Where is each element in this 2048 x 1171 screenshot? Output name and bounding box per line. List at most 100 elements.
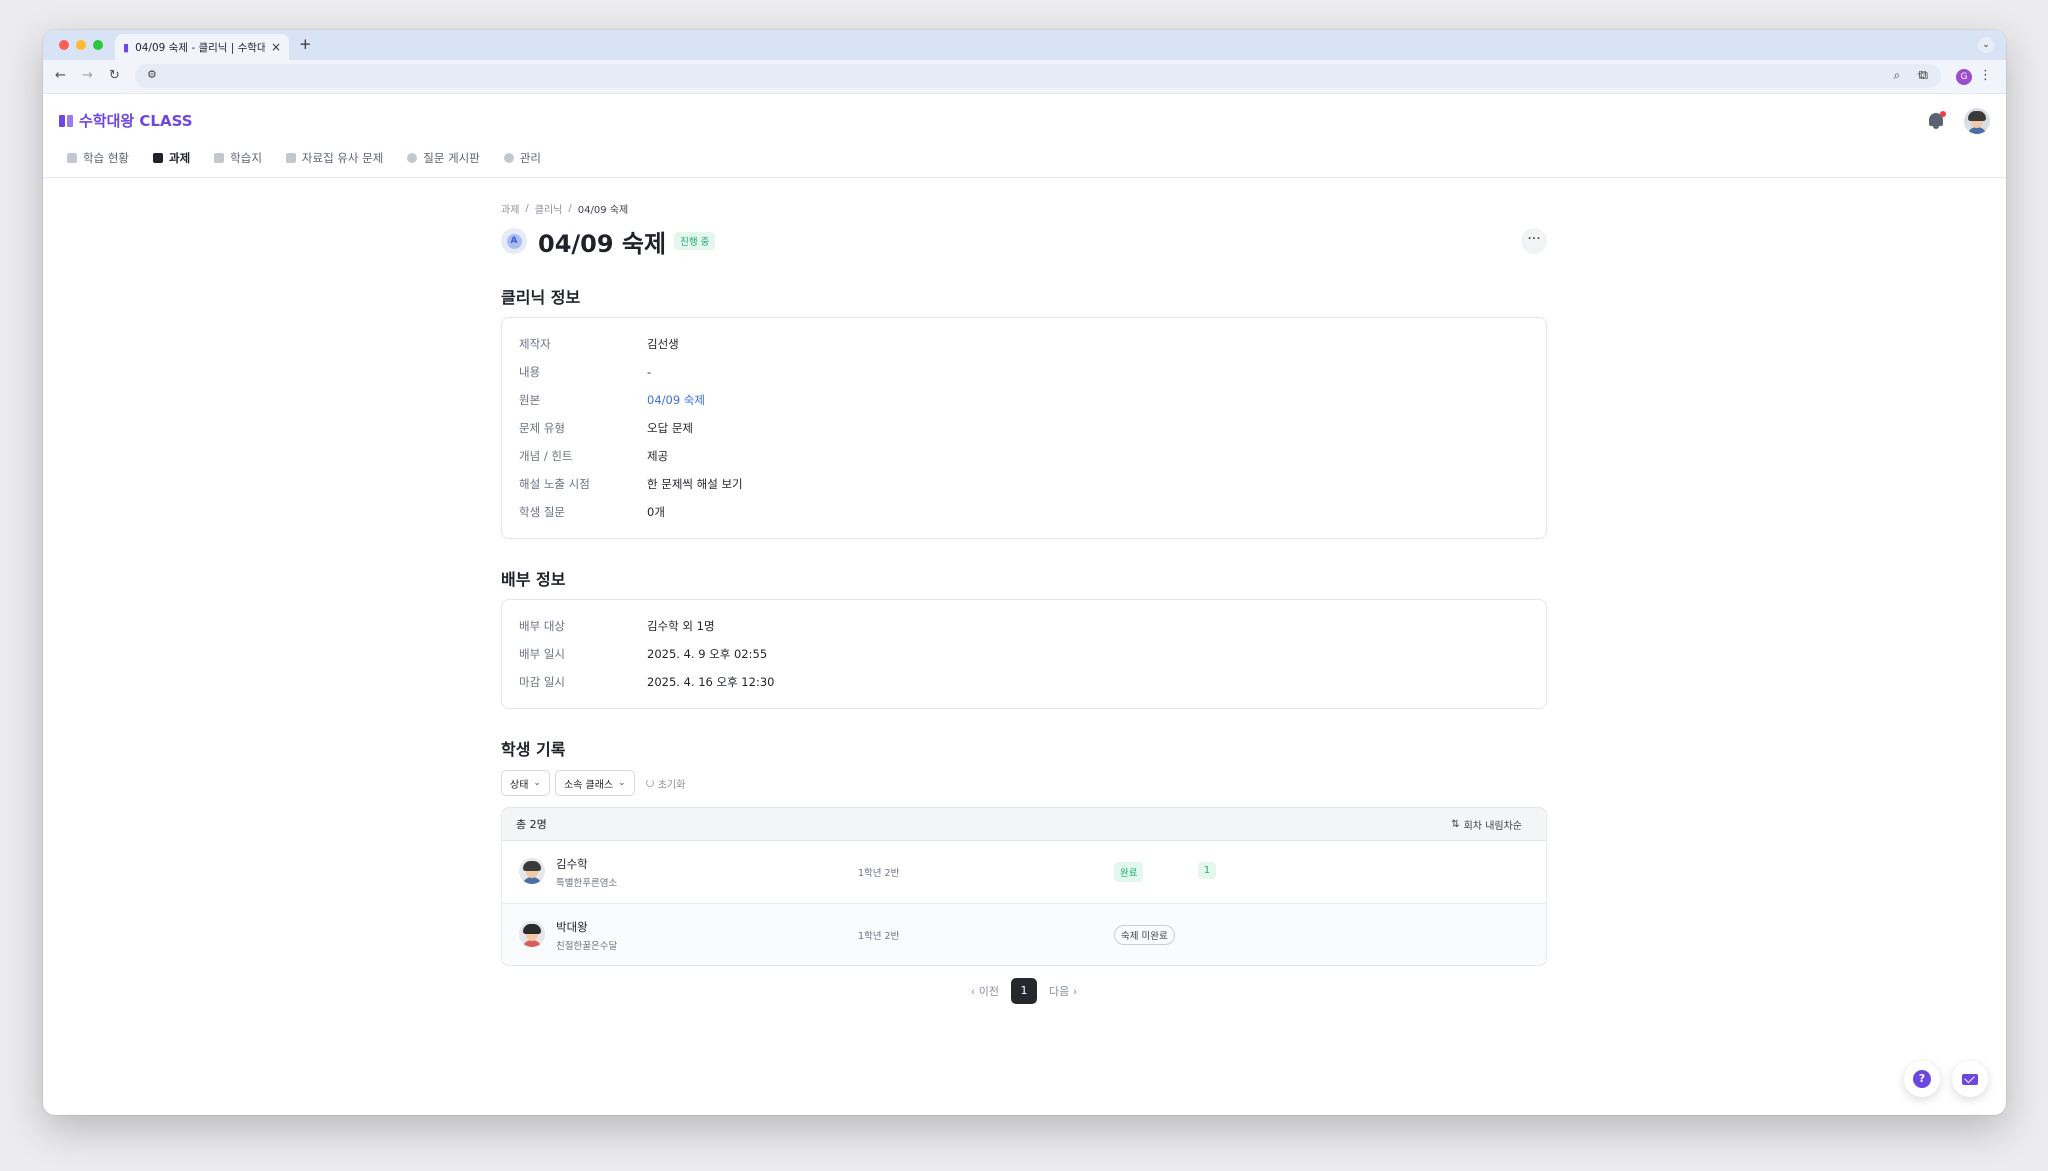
document-icon bbox=[152, 153, 163, 163]
site-settings-icon[interactable]: ⚙ bbox=[147, 68, 157, 81]
tab-strip: ▮ 04/09 숙제 - 클리닉 | 수학대왕 C × + ⌄ bbox=[43, 30, 2006, 60]
clinic-info-title: 클리닉 정보 bbox=[501, 288, 581, 307]
assignment-type-icon: A bbox=[501, 228, 527, 254]
student-records-title: 학생 기록 bbox=[501, 740, 566, 759]
info-row-content: 내용 - bbox=[519, 365, 652, 379]
folder-icon bbox=[285, 153, 296, 163]
browser-tab[interactable]: ▮ 04/09 숙제 - 클리닉 | 수학대왕 C × bbox=[115, 34, 289, 60]
profile-avatar-icon[interactable]: G bbox=[1956, 69, 1972, 85]
info-row-student-questions: 학생 질문 0개 bbox=[519, 505, 665, 519]
status-filter-button[interactable]: 상태 ⌄ bbox=[501, 770, 550, 796]
breadcrumb-assignments[interactable]: 과제 bbox=[501, 201, 519, 216]
next-page-button[interactable]: 다음 › bbox=[1049, 983, 1077, 999]
back-arrow-icon[interactable]: ← bbox=[55, 68, 66, 83]
message-button[interactable] bbox=[1952, 1061, 1988, 1097]
more-options-button[interactable]: ··· bbox=[1521, 228, 1547, 254]
graduation-cap-icon bbox=[67, 153, 77, 163]
book-icon: ▮ bbox=[123, 40, 130, 54]
nav-item-worksheets[interactable]: 학습지 bbox=[214, 149, 262, 167]
new-tab-button[interactable]: + bbox=[299, 35, 312, 53]
address-bar[interactable]: ⚙ ⌕ ☆ bbox=[135, 64, 1941, 88]
extensions-icon[interactable]: ⧉ bbox=[1919, 68, 1928, 83]
info-row-original: 원본 04/09 숙제 bbox=[519, 392, 705, 408]
close-tab-icon[interactable]: × bbox=[271, 40, 281, 54]
table-header: 총 2명 ⇅ 회차 내림차순 bbox=[502, 808, 1546, 841]
info-row-target: 배부 대상 김수학 외 1명 bbox=[519, 619, 715, 633]
table-row[interactable]: 박대왕 친절한꿀은수달 1학년 2반 숙제 미완료 bbox=[502, 903, 1546, 965]
status-badge: 숙제 미완료 bbox=[1114, 925, 1175, 945]
total-count: 총 2명 bbox=[516, 818, 547, 831]
chevron-down-icon: ⌄ bbox=[618, 778, 626, 788]
student-school: 특별한푸른염소 bbox=[556, 878, 618, 889]
current-page-button[interactable]: 1 bbox=[1011, 978, 1037, 1004]
breadcrumb-current: 04/09 숙제 bbox=[577, 204, 629, 216]
minimize-window-button[interactable] bbox=[76, 40, 86, 50]
zoom-icon[interactable]: ⌕ bbox=[1894, 68, 1901, 83]
mail-icon bbox=[1962, 1073, 1978, 1085]
student-name: 김수학 bbox=[556, 857, 588, 871]
logo-text: 수학대왕 CLASS bbox=[79, 112, 193, 130]
app-logo[interactable]: 수학대왕 CLASS bbox=[59, 110, 193, 131]
pagination: ‹ 이전 1 다음 › bbox=[501, 978, 1547, 1004]
filter-bar: 상태 ⌄ 소속 클래스 ⌄ 초기화 bbox=[501, 770, 1547, 796]
info-row-due-at: 마감 일시 2025. 4. 16 오후 12:30 bbox=[519, 675, 775, 689]
distribution-info-title: 배부 정보 bbox=[501, 570, 566, 589]
notification-bell-icon[interactable] bbox=[1926, 111, 1946, 131]
browser-window: ▮ 04/09 숙제 - 클리닉 | 수학대왕 C × + ⌄ ← → ↻ ⚙ … bbox=[43, 30, 2006, 1115]
user-avatar[interactable] bbox=[1964, 108, 1990, 134]
clinic-info-card: 제작자 김선생 내용 - 원본 04/09 숙제 문제 유형 오답 문제 개념 … bbox=[501, 317, 1547, 539]
reset-filters-button[interactable]: 초기화 bbox=[645, 776, 685, 791]
question-icon: ? bbox=[1913, 1070, 1931, 1088]
main-nav: 학습 현황 과제 학습지 자료집 유사 문제 질문 게시판 관리 bbox=[67, 149, 541, 167]
title-row: A 04/09 숙제 진행 중 ··· bbox=[501, 226, 1547, 258]
student-avatar bbox=[519, 858, 545, 884]
info-row-concept-hint: 개념 / 힌트 제공 bbox=[519, 449, 669, 463]
info-row-creator: 제작자 김선생 bbox=[519, 337, 679, 351]
round-badge: 1 bbox=[1198, 862, 1217, 879]
maximize-window-button[interactable] bbox=[93, 40, 103, 50]
logo-book-icon bbox=[59, 114, 73, 127]
help-button[interactable]: ? bbox=[1904, 1061, 1940, 1097]
class-filter-button[interactable]: 소속 클래스 ⌄ bbox=[554, 770, 635, 796]
prev-page-button[interactable]: ‹ 이전 bbox=[971, 983, 999, 999]
nav-item-assignments[interactable]: 과제 bbox=[152, 149, 190, 167]
main-content: 과제 / 클리닉 / 04/09 숙제 A 04/09 숙제 진행 중 ··· … bbox=[501, 201, 1547, 1004]
reload-icon[interactable]: ↻ bbox=[109, 68, 120, 83]
nav-item-question-board[interactable]: 질문 게시판 bbox=[407, 149, 480, 167]
student-name: 박대왕 bbox=[556, 920, 588, 934]
window-controls bbox=[59, 40, 103, 50]
nav-item-similar-problems[interactable]: 자료집 유사 문제 bbox=[285, 149, 383, 167]
chat-bubble-icon bbox=[407, 153, 418, 163]
notification-dot bbox=[1940, 111, 1946, 117]
table-row[interactable]: 김수학 특별한푸른염소 1학년 2반 완료 1 bbox=[502, 841, 1546, 903]
browser-menu-icon[interactable]: ⋮ bbox=[1979, 68, 1992, 83]
breadcrumb: 과제 / 클리닉 / 04/09 숙제 bbox=[501, 201, 629, 216]
student-class: 1학년 2반 bbox=[858, 868, 900, 879]
tab-title: 04/09 숙제 - 클리닉 | 수학대왕 C bbox=[135, 41, 265, 54]
student-table: 총 2명 ⇅ 회차 내림차순 김수학 특별한푸른염소 1학년 2반 완료 1 박… bbox=[501, 807, 1547, 966]
app-header: 수학대왕 CLASS 학습 현황 과제 학습지 자료집 유사 문제 질문 게시판… bbox=[43, 94, 2006, 178]
sort-button[interactable]: ⇅ 회차 내림차순 bbox=[1451, 817, 1522, 832]
info-row-distributed-at: 배부 일시 2025. 4. 9 오후 02:55 bbox=[519, 647, 768, 661]
original-assignment-link[interactable]: 04/09 숙제 bbox=[647, 392, 705, 408]
chevron-down-icon: ⌄ bbox=[533, 778, 541, 788]
refresh-icon bbox=[645, 779, 654, 787]
close-window-button[interactable] bbox=[59, 40, 69, 50]
browser-toolbar: ← → ↻ ⚙ ⌕ ☆ ⧉ G ⋮ bbox=[43, 60, 2006, 94]
info-row-solution-timing: 해설 노출 시점 한 문제씩 해설 보기 bbox=[519, 477, 743, 491]
sort-icon: ⇅ bbox=[1451, 818, 1460, 830]
nav-item-admin[interactable]: 관리 bbox=[503, 149, 541, 167]
file-icon bbox=[214, 153, 225, 163]
page-title: 04/09 숙제 bbox=[538, 229, 667, 258]
forward-arrow-icon[interactable]: → bbox=[82, 68, 93, 83]
info-row-problem-type: 문제 유형 오답 문제 bbox=[519, 421, 693, 435]
status-badge: 진행 중 bbox=[674, 232, 716, 250]
student-class: 1학년 2반 bbox=[858, 931, 900, 942]
distribution-info-card: 배부 대상 김수학 외 1명 배부 일시 2025. 4. 9 오후 02:55… bbox=[501, 599, 1547, 709]
chevron-down-icon[interactable]: ⌄ bbox=[1978, 37, 1994, 53]
gear-icon bbox=[503, 153, 514, 163]
student-avatar bbox=[519, 921, 545, 947]
breadcrumb-clinic[interactable]: 클리닉 bbox=[535, 201, 563, 216]
student-school: 친절한꿀은수달 bbox=[556, 941, 618, 952]
nav-item-learning-status[interactable]: 학습 현황 bbox=[67, 149, 129, 167]
